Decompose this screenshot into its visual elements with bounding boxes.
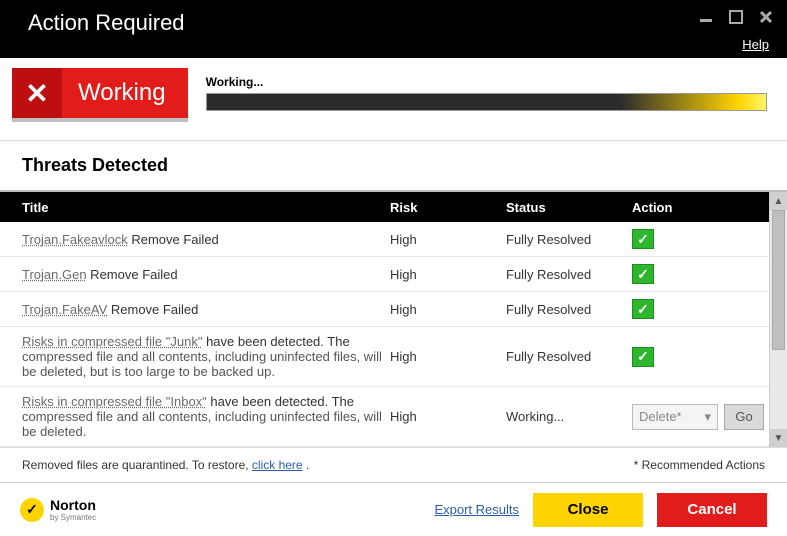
status-cell: Working... <box>506 409 632 424</box>
progress-bar <box>206 93 767 111</box>
threat-link[interactable]: Trojan.Gen <box>22 267 87 282</box>
col-risk: Risk <box>390 200 506 215</box>
resolved-check-icon: ✓ <box>632 347 654 367</box>
table-header: Title Risk Status Action <box>0 192 769 222</box>
resolved-check-icon: ✓ <box>632 229 654 249</box>
action-select[interactable]: Delete*▾ <box>632 404 718 430</box>
cancel-button[interactable]: Cancel <box>657 493 767 527</box>
status-cell: Fully Resolved <box>506 302 632 317</box>
threat-suffix: have been detected. The <box>202 334 349 349</box>
threat-desc: compressed file and all contents, includ… <box>22 349 390 379</box>
brand-logo: ✓ Norton by Symantec <box>20 497 96 522</box>
window-title: Action Required <box>28 10 767 36</box>
chevron-down-icon: ▾ <box>704 409 711 425</box>
threat-link[interactable]: Risks in compressed file "Junk" <box>22 334 202 349</box>
scroll-thumb[interactable] <box>772 210 785 350</box>
status-cell: Fully Resolved <box>506 267 632 282</box>
threat-suffix: have been detected. The <box>207 394 354 409</box>
table-row: Risks in compressed file "Inbox" have be… <box>0 387 769 447</box>
col-title: Title <box>0 200 390 215</box>
table-row: Trojan.Gen Remove Failed HighFully Resolv… <box>0 257 769 292</box>
col-status: Status <box>506 200 632 215</box>
threat-suffix: Remove Failed <box>107 302 198 317</box>
table-row: Risks in compressed file "Junk" have bee… <box>0 327 769 387</box>
go-button[interactable]: Go <box>724 404 764 430</box>
status-badge: ✕ Working <box>12 68 188 118</box>
threats-heading: Threats Detected <box>0 141 787 192</box>
brand-sub: by Symantec <box>50 513 96 522</box>
progress-label: Working... <box>206 75 767 89</box>
recommended-note: * Recommended Actions <box>634 458 765 472</box>
resolved-check-icon: ✓ <box>632 264 654 284</box>
table-row: Trojan.Fakeavlock Remove Failed HighFully… <box>0 222 769 257</box>
quarantine-note: Removed files are quarantined. To restor… <box>22 458 309 472</box>
status-cell: Fully Resolved <box>506 232 632 247</box>
scroll-up-icon[interactable]: ▲ <box>770 192 787 210</box>
risk-cell: High <box>390 232 506 247</box>
risk-cell: High <box>390 267 506 282</box>
close-button[interactable]: Close <box>533 493 643 527</box>
status-label: Working <box>62 79 166 107</box>
scrollbar[interactable]: ▲ ▼ <box>769 192 787 447</box>
resolved-check-icon: ✓ <box>632 299 654 319</box>
threat-suffix: Remove Failed <box>87 267 178 282</box>
maximize-button[interactable] <box>727 8 745 26</box>
col-action: Action <box>632 200 769 215</box>
table-row: Trojan.FakeAV Remove Failed HighFully Res… <box>0 292 769 327</box>
minimize-button[interactable] <box>697 8 715 26</box>
brand-name: Norton <box>50 497 96 513</box>
risk-cell: High <box>390 349 506 364</box>
risk-cell: High <box>390 409 506 424</box>
close-window-button[interactable] <box>757 8 775 26</box>
status-x-icon: ✕ <box>12 68 62 118</box>
status-cell: Fully Resolved <box>506 349 632 364</box>
scroll-down-icon[interactable]: ▼ <box>770 429 787 447</box>
restore-link[interactable]: click here <box>252 458 303 472</box>
threat-link[interactable]: Trojan.FakeAV <box>22 302 107 317</box>
threat-desc: compressed file and all contents, includ… <box>22 409 390 439</box>
norton-check-icon: ✓ <box>20 498 44 522</box>
help-link[interactable]: Help <box>742 37 769 52</box>
threat-suffix: Remove Failed <box>128 232 219 247</box>
threat-link[interactable]: Trojan.Fakeavlock <box>22 232 128 247</box>
threat-link[interactable]: Risks in compressed file "Inbox" <box>22 394 207 409</box>
export-results-link[interactable]: Export Results <box>434 502 519 517</box>
risk-cell: High <box>390 302 506 317</box>
